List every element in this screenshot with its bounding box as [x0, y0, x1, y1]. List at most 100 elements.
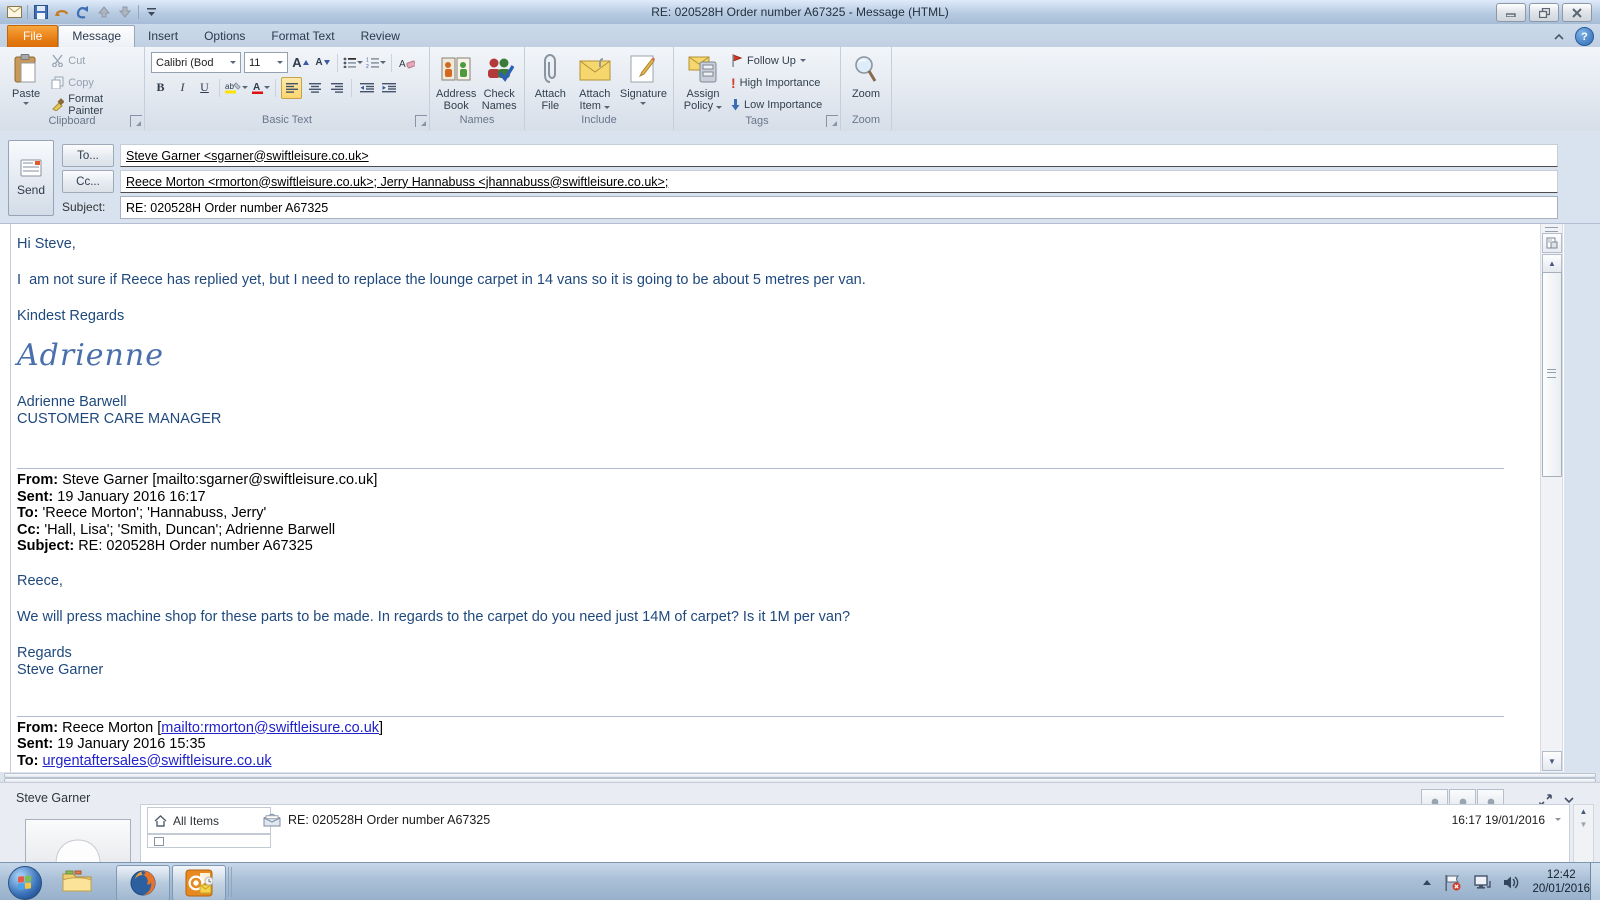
close-button[interactable]: [1562, 3, 1592, 22]
previous-item-icon[interactable]: [96, 4, 112, 20]
font-name-select[interactable]: Calibri (Bod: [151, 52, 241, 73]
email-link[interactable]: urgentaftersales@swiftleisure.co.uk: [42, 753, 271, 769]
ruler-toggle-icon[interactable]: [1542, 233, 1562, 253]
to-field[interactable]: Steve Garner <sgarner@swiftleisure.co.uk…: [120, 144, 1558, 167]
quoted-separator: [17, 468, 1504, 469]
scroll-down-arrow[interactable]: ▼: [1542, 751, 1562, 771]
paperclip-icon: [533, 52, 567, 86]
save-icon[interactable]: [33, 4, 49, 20]
scroll-down-arrow[interactable]: ▼: [1580, 820, 1588, 829]
undo-icon[interactable]: [54, 4, 70, 20]
italic-button[interactable]: I: [173, 78, 192, 98]
low-importance-icon: [731, 99, 740, 111]
font-size-select[interactable]: 11: [244, 52, 288, 73]
tab-message[interactable]: Message: [58, 25, 135, 47]
message-body-area[interactable]: Hi Steve, I am not sure if Reece has rep…: [0, 224, 1564, 772]
item-options-caret[interactable]: [1555, 818, 1561, 821]
scroll-up-arrow[interactable]: ▲: [1580, 807, 1588, 816]
tab-review[interactable]: Review: [348, 26, 413, 47]
decrease-indent-button[interactable]: [357, 78, 376, 98]
action-center-icon[interactable]: [1444, 874, 1461, 891]
subject-field[interactable]: RE: 020528H Order number A67325: [120, 196, 1558, 219]
font-color-button[interactable]: A: [251, 78, 270, 98]
svg-text:2: 2: [366, 64, 369, 68]
attach-file-button[interactable]: Attach File: [529, 50, 572, 114]
people-pane-scrollbar[interactable]: ▲ ▼: [1573, 804, 1594, 863]
tags-dialog-launcher[interactable]: [826, 115, 838, 127]
explorer-taskbar-icon[interactable]: [62, 868, 92, 894]
ribbon-group-basic-text: Calibri (Bod 11 A A 12: [145, 47, 430, 130]
volume-icon[interactable]: [1503, 875, 1520, 890]
start-button[interactable]: [8, 866, 42, 900]
splitter-grip[interactable]: [1545, 227, 1558, 232]
scroll-thumb[interactable]: [1542, 272, 1562, 477]
cut-button[interactable]: Cut: [48, 50, 140, 71]
show-desktop-button[interactable]: [1590, 863, 1600, 900]
signature-button[interactable]: Signature: [618, 50, 669, 114]
paste-button[interactable]: Paste: [4, 50, 48, 115]
help-icon[interactable]: ?: [1575, 27, 1594, 46]
tab-all-items[interactable]: All Items: [147, 807, 271, 834]
clear-formatting-button[interactable]: A: [397, 53, 416, 73]
body-scrollbar[interactable]: ▲ ▼: [1540, 224, 1563, 772]
restore-button[interactable]: [1529, 3, 1559, 22]
customize-qat-icon[interactable]: [144, 4, 160, 20]
reply-paragraph: We will press machine shop for these par…: [17, 609, 1524, 626]
attach-item-button[interactable]: Attach Item: [572, 50, 618, 114]
cc-field[interactable]: Reece Morton <rmorton@swiftleisure.co.uk…: [120, 170, 1558, 193]
bullets-button[interactable]: [343, 53, 363, 73]
underline-button[interactable]: U: [195, 78, 214, 98]
next-item-icon[interactable]: [117, 4, 133, 20]
increase-indent-button[interactable]: [379, 78, 398, 98]
zoom-button[interactable]: Zoom: [845, 50, 887, 114]
reading-pane-splitter[interactable]: [0, 772, 1600, 782]
check-names-button[interactable]: Check Names: [478, 50, 520, 114]
cc-button[interactable]: Cc...: [62, 170, 114, 193]
ribbon-group-include: Attach File Attach Item Signature Includ: [525, 47, 674, 130]
tab-options[interactable]: Options: [191, 26, 258, 47]
minimize-button[interactable]: [1496, 3, 1526, 22]
grow-font-button[interactable]: A: [291, 53, 310, 73]
firefox-taskbar-button[interactable]: [116, 865, 170, 900]
numbering-button[interactable]: 12: [366, 53, 386, 73]
shrink-font-button[interactable]: A: [313, 53, 332, 73]
tab-insert[interactable]: Insert: [135, 26, 191, 47]
dropdown-caret: [604, 106, 610, 109]
taskbar-clock[interactable]: 12:42 20/01/2016: [1532, 868, 1590, 896]
tab-partial[interactable]: [147, 834, 271, 848]
activity-list-item[interactable]: RE: 020528H Order number A67325 16:17 19…: [263, 807, 1561, 832]
dropdown-caret: [230, 61, 236, 64]
outlook-taskbar-button[interactable]: [172, 865, 226, 900]
reply-greeting: Reece,: [17, 573, 1524, 590]
clipboard-dialog-launcher[interactable]: [130, 115, 142, 127]
copy-button[interactable]: Copy: [48, 72, 140, 93]
align-left-button[interactable]: [281, 77, 302, 99]
reply-closing: Regards: [17, 645, 1524, 662]
people-pane-list: All Items RE: 020528H Order number A6732…: [140, 804, 1570, 863]
highlight-button[interactable]: ab: [225, 78, 248, 98]
high-importance-button[interactable]: ! High Importance: [728, 72, 825, 93]
tab-file[interactable]: File: [7, 25, 58, 47]
title-bar[interactable]: RE: 020528H Order number A67325 - Messag…: [0, 0, 1600, 25]
network-icon[interactable]: [1473, 875, 1491, 890]
scroll-up-arrow[interactable]: ▲: [1542, 254, 1562, 273]
format-painter-button[interactable]: Format Painter: [48, 94, 140, 115]
basic-text-dialog-launcher[interactable]: [415, 115, 427, 127]
align-right-button[interactable]: [327, 78, 346, 98]
mailto-link[interactable]: mailto:rmorton@swiftleisure.co.uk: [161, 720, 379, 736]
redo-icon[interactable]: [75, 4, 91, 20]
ribbon-tab-row: File Message Insert Options Format Text …: [0, 24, 1600, 47]
show-hidden-icons-button[interactable]: [1422, 879, 1432, 886]
dropdown-caret: [277, 61, 283, 64]
send-button[interactable]: Send: [8, 140, 54, 216]
address-book-button[interactable]: Address Book: [434, 50, 478, 114]
low-importance-button[interactable]: Low Importance: [728, 94, 825, 115]
align-center-button[interactable]: [305, 78, 324, 98]
tab-format-text[interactable]: Format Text: [258, 26, 347, 47]
up-caret: [303, 60, 309, 65]
assign-policy-button[interactable]: Assign Policy: [678, 50, 728, 115]
minimize-ribbon-icon[interactable]: [1549, 28, 1569, 45]
bold-button[interactable]: B: [151, 78, 170, 98]
follow-up-button[interactable]: Follow Up: [728, 50, 825, 71]
to-button[interactable]: To...: [62, 144, 114, 167]
